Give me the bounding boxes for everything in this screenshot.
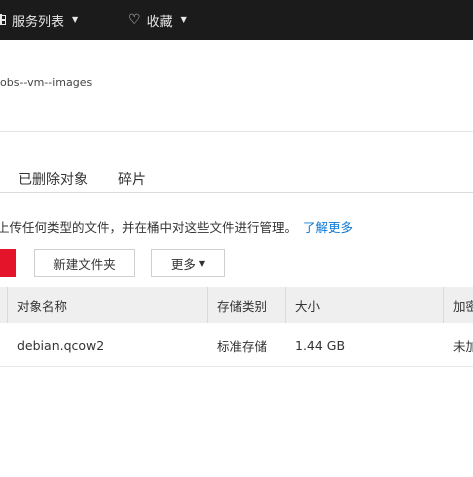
intro-description: 上传任何类型的文件，并在桶中对这些文件进行管理。 [0,220,298,235]
tabs-divider [0,192,473,193]
column-header-storage-class[interactable]: 存储类别 [217,287,267,323]
services-menu-label: 服务列表 [12,14,65,30]
table-row[interactable]: debian.qcow2 标准存储 1.44 GB 未加 [0,323,473,367]
favorites-menu[interactable]: ♡ 收藏 ▼ [128,0,187,40]
new-folder-button[interactable]: 新建文件夹 [34,249,135,277]
divider [0,131,473,132]
size-cell: 1.44 GB [295,337,346,353]
bucket-name: obs--vm--images [0,76,93,89]
column-header-size[interactable]: 大小 [295,287,320,323]
encryption-cell: 未加 [453,338,473,354]
column-separator [443,287,444,323]
column-header-name[interactable]: 对象名称 [17,287,67,323]
intro-text: 上传任何类型的文件，并在桶中对这些文件进行管理。 了解更多 [0,217,353,236]
column-separator [207,287,208,323]
object-table-header: 对象名称 存储类别 大小 加密 [0,287,473,323]
services-menu[interactable]: 服务列表 ▼ [0,0,78,40]
learn-more-link[interactable]: 了解更多 [303,220,353,235]
obs-console-page: 服务列表 ▼ ♡ 收藏 ▼ obs--vm--images 已删除对象 碎片 上… [0,0,473,477]
grid-icon [0,14,6,25]
column-separator [285,287,286,323]
upload-object-button[interactable] [0,249,16,277]
storage-class-cell: 标准存储 [217,338,268,354]
top-navigation-bar: 服务列表 ▼ ♡ 收藏 ▼ [0,0,473,40]
caret-down-icon: ▼ [198,258,206,268]
caret-down-icon: ▼ [180,15,187,24]
tab-fragments[interactable]: 碎片 [118,169,146,189]
favorites-menu-label: 收藏 [146,14,173,30]
more-label: 更多 [170,256,196,272]
column-separator [7,287,8,323]
heart-icon: ♡ [128,12,141,28]
tab-deleted-objects[interactable]: 已删除对象 [18,169,88,189]
column-header-encryption[interactable]: 加密 [453,287,473,323]
object-name-cell[interactable]: debian.qcow2 [17,323,104,367]
caret-down-icon: ▼ [72,15,79,24]
new-folder-label: 新建文件夹 [53,256,116,272]
more-dropdown-button[interactable]: 更多 ▼ [151,249,225,277]
